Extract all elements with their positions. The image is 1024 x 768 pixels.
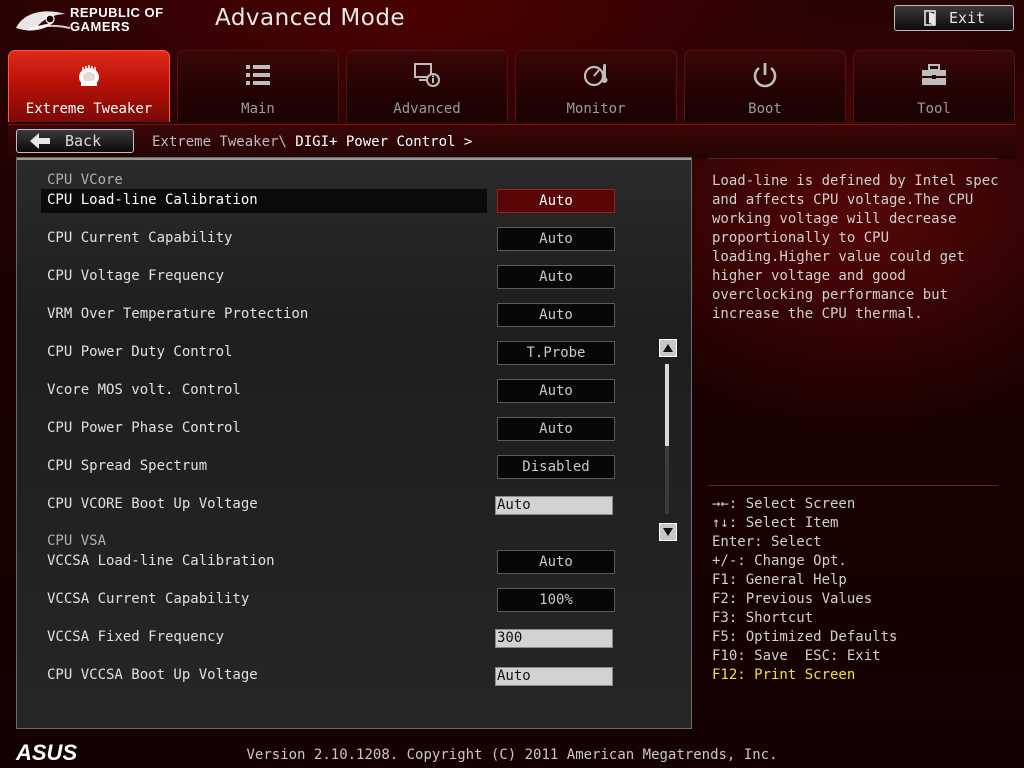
key-hint-print-screen[interactable]: F12: Print Screen [712,666,897,685]
breadcrumb: Extreme Tweaker\ DIGI+ Power Control > [152,134,472,150]
setting-value-button[interactable]: 100% [497,588,615,612]
setting-label: VCCSA Load-line Calibration [47,553,275,569]
exit-door-icon [924,10,936,26]
tweaker-icon [79,65,99,86]
setting-value-button[interactable]: Auto [497,189,615,213]
scrollbar-thumb[interactable] [665,364,669,446]
setting-row-cpu-vcore-boot-up-voltage[interactable]: CPU VCORE Boot Up Voltage Auto [41,493,621,517]
back-label: Back [65,132,102,150]
setting-label: Vcore MOS volt. Control [47,382,241,398]
setting-label: CPU VCCSA Boot Up Voltage [47,667,258,683]
power-icon [753,63,777,88]
back-arrow-icon [30,133,50,149]
key-hint: F1: General Help [712,572,847,588]
tab-label: Boot [748,101,782,117]
key-hint: F10: Save ESC: Exit [712,648,881,664]
exit-label: Exit [948,9,986,27]
key-hint: F3: Shortcut [712,610,814,626]
tab-boot[interactable]: Boot [684,50,846,122]
monitor-icon [583,64,608,87]
setting-value-button[interactable]: T.Probe [497,341,615,365]
setting-value-input[interactable]: Auto [495,667,613,686]
header: REPUBLIC OF GAMERS Advanced Mode Exit [0,0,1024,46]
setting-value-button[interactable]: Auto [497,265,615,289]
tab-label: Tool [917,101,951,117]
list-icon [246,65,270,85]
setting-row-cpu-voltage-frequency[interactable]: CPU Voltage Frequency Auto [41,265,621,289]
setting-label: CPU Power Phase Control [47,420,241,436]
tab-advanced[interactable]: Advanced [346,50,508,122]
exit-button[interactable]: Exit [894,5,1014,31]
help-divider-top [708,158,998,159]
key-hint: Enter: Select [712,534,822,550]
setting-row-cpu-current-capability[interactable]: CPU Current Capability Auto [41,227,621,251]
setting-row-vcore-mos-volt-control[interactable]: Vcore MOS volt. Control Auto [41,379,621,403]
panel-divider [17,158,691,160]
setting-value-button[interactable]: Auto [497,227,615,251]
setting-label: CPU Current Capability [47,230,233,246]
settings-panel: CPU VCore CPU Load-line Calibration Auto… [16,157,692,729]
breadcrumb-current: DIGI+ Power Control > [295,134,473,150]
help-divider-keys [708,485,998,486]
section-header-vsa: CPU VSA [47,533,107,549]
setting-label: CPU Power Duty Control [47,344,233,360]
setting-row-cpu-vccsa-boot-up-voltage[interactable]: CPU VCCSA Boot Up Voltage Auto [41,664,621,688]
brand-line-2: GAMERS [70,19,131,34]
tab-extreme-tweaker[interactable]: Extreme Tweaker [8,50,170,122]
setting-label: CPU Voltage Frequency [47,268,225,284]
setting-label: VCCSA Fixed Frequency [47,629,225,645]
setting-row-cpu-power-phase-control[interactable]: CPU Power Phase Control Auto [41,417,621,441]
key-hint: F2: Previous Values [712,591,873,607]
tab-label: Advanced [393,101,461,117]
setting-label: CPU VCORE Boot Up Voltage [47,496,258,512]
setting-value-button[interactable]: Auto [497,417,615,441]
key-legend: →←: Select Screen ↑↓: Select Item Enter:… [712,495,897,685]
tab-label: Extreme Tweaker [25,101,153,117]
tab-label: Main [241,101,275,117]
key-hint: ↑↓: Select Item [712,515,839,531]
nav-bar: Back Extreme Tweaker\ DIGI+ Power Contro… [8,124,1016,159]
setting-label: VCCSA Current Capability [47,591,250,607]
arrow-up-icon [663,344,673,352]
setting-value-input[interactable]: 300 [495,629,613,648]
arrow-down-icon [663,528,673,536]
setting-row-vccsa-fixed-frequency[interactable]: VCCSA Fixed Frequency 300 [41,626,621,650]
setting-row-cpu-power-duty-control[interactable]: CPU Power Duty Control T.Probe [41,341,621,365]
main-tabs: Extreme Tweaker Main Advanced Monitor Bo… [8,50,1016,124]
setting-value-input[interactable]: Auto [495,496,613,515]
setting-row-cpu-spread-spectrum[interactable]: CPU Spread Spectrum Disabled [41,455,621,479]
mode-title: Advanced Mode [215,5,406,31]
toolbox-icon [922,64,946,85]
setting-label: CPU Load-line Calibration [47,192,258,208]
key-hint: +/-: Change Opt. [712,553,847,569]
section-header-vcore: CPU VCore [47,172,123,188]
help-description: Load-line is defined by Intel spec and a… [712,173,999,322]
scroll-down-button[interactable] [659,523,677,541]
scroll-up-button[interactable] [659,339,677,357]
version-text: Version 2.10.1208. Copyright (C) 2011 Am… [246,747,778,763]
setting-row-vrm-over-temperature-protection[interactable]: VRM Over Temperature Protection Auto [41,303,621,327]
advanced-icon [414,63,440,87]
key-hint: →←: Select Screen [712,496,856,512]
setting-label: CPU Spread Spectrum [47,458,208,474]
back-button[interactable]: Back [16,129,134,153]
setting-value-button[interactable]: Auto [497,550,615,574]
setting-row-vccsa-current-capability[interactable]: VCCSA Current Capability 100% [41,588,621,612]
setting-row-vccsa-load-line-calibration[interactable]: VCCSA Load-line Calibration Auto [41,550,621,574]
setting-value-button[interactable]: Disabled [497,455,615,479]
tab-monitor[interactable]: Monitor [515,50,677,122]
setting-label: VRM Over Temperature Protection [47,306,309,322]
breadcrumb-path: Extreme Tweaker\ [152,134,287,150]
brand-line-1: REPUBLIC OF [70,5,164,20]
key-hint: F5: Optimized Defaults [712,629,898,645]
tab-main[interactable]: Main [177,50,339,122]
tab-tool[interactable]: Tool [853,50,1015,122]
tab-label: Monitor [566,101,626,117]
setting-value-button[interactable]: Auto [497,303,615,327]
scrollbar-track[interactable] [665,446,669,514]
setting-value-button[interactable]: Auto [497,379,615,403]
setting-row-cpu-load-line-calibration[interactable]: CPU Load-line Calibration Auto [41,189,621,213]
brand-text: REPUBLIC OF GAMERS [70,6,164,34]
